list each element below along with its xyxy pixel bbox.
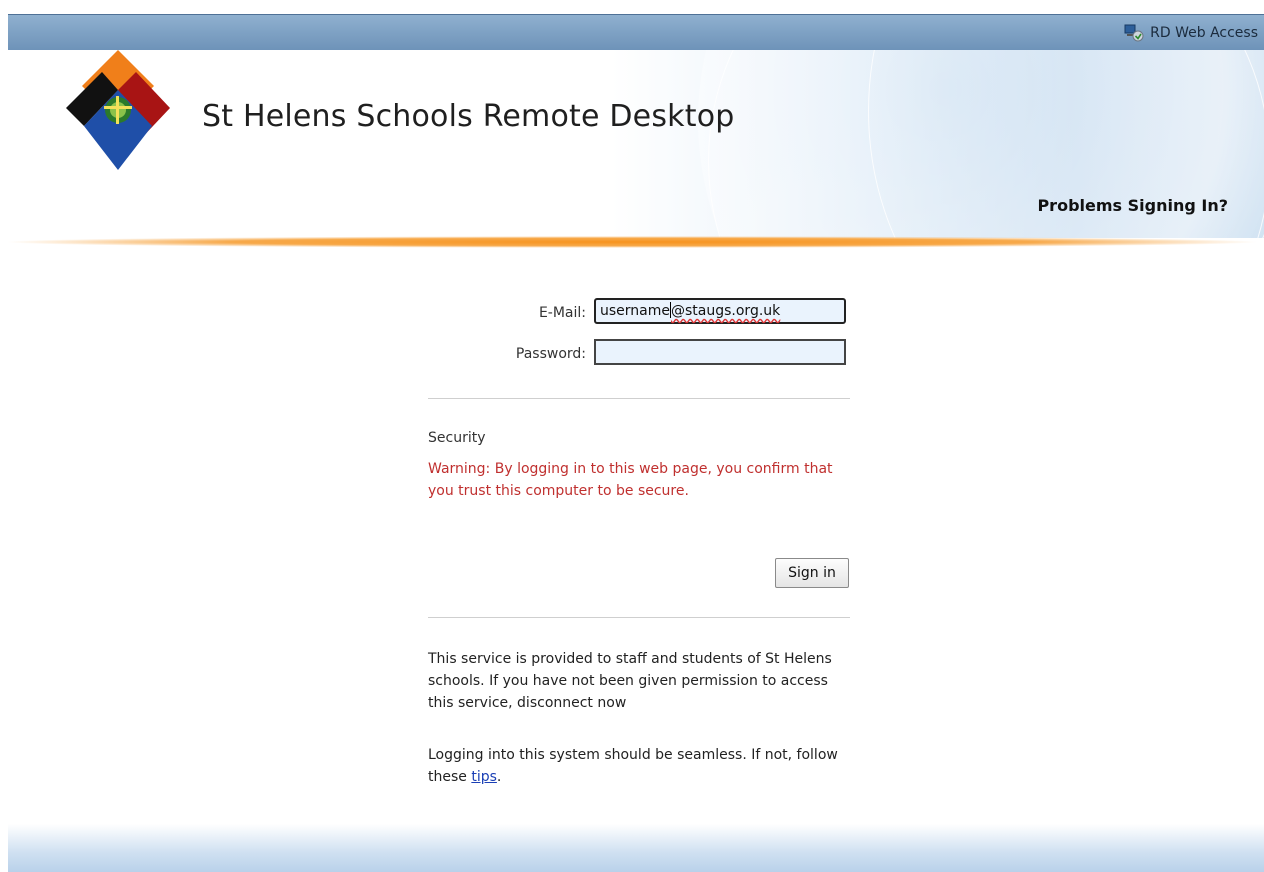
top-edge [0,0,1264,14]
page-footer [8,824,1264,872]
page-title: St Helens Schools Remote Desktop [202,99,735,134]
email-field[interactable]: username@staugs.org.uk [594,298,846,324]
rd-web-access-label: RD Web Access [1150,25,1258,41]
seamless-notice: Logging into this system should be seaml… [428,744,848,788]
security-heading: Security [428,430,486,446]
rd-web-access-icon [1124,24,1144,42]
divider-bottom [428,617,850,618]
email-value-user: username [600,303,670,319]
email-value-domain: @staugs.org.uk [671,303,781,319]
email-label: E-Mail: [538,305,586,321]
security-warning: Warning: By logging in to this web page,… [428,461,833,499]
puzzle-logo-icon [66,50,170,170]
password-row: Password: [428,339,852,369]
sign-in-button[interactable]: Sign in [775,558,849,588]
top-bar: RD Web Access [8,14,1264,51]
tips-suffix: . [496,769,502,785]
page-header: St Helens Schools Remote Desktop Problem… [8,50,1264,238]
problems-signing-in-link[interactable]: Problems Signing In? [1037,196,1228,215]
rd-web-access-badge: RD Web Access [1124,24,1258,42]
divider-top [428,398,850,399]
password-field[interactable] [594,339,846,365]
email-row: E-Mail: username@staugs.org.uk [428,298,852,328]
password-label: Password: [515,346,586,362]
service-notice: This service is provided to staff and st… [428,651,832,711]
tips-link[interactable]: tips [471,769,497,785]
orange-divider [0,236,1264,248]
